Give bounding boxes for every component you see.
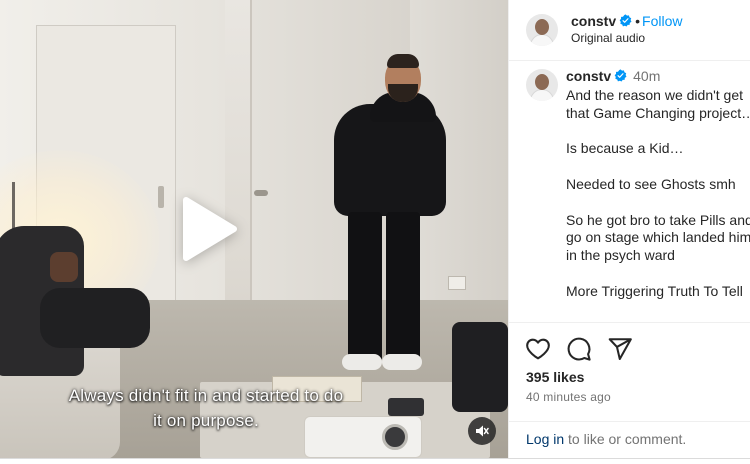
scene-bag [452, 322, 508, 412]
avatar-face [535, 74, 549, 90]
caption-text: And the reason we didn't get that Game C… [566, 87, 750, 299]
comment-bubble-icon[interactable] [566, 336, 592, 362]
embed-bottom-border [0, 458, 750, 464]
scene-door-handle [254, 190, 268, 196]
caption-timestamp: 40m [633, 68, 661, 84]
scene-device [388, 398, 424, 416]
person-leg-right [386, 212, 420, 362]
instagram-post-embed: Always didn't fit in and started to do i… [0, 0, 750, 464]
avatar-face [535, 19, 549, 35]
scene-seated-legs [40, 288, 150, 348]
verified-badge-icon [614, 69, 627, 82]
likes-count[interactable]: 395 likes [526, 369, 584, 385]
comment-bubble-graphic [567, 337, 591, 361]
original-audio-link[interactable]: Original audio [571, 31, 645, 45]
video-subtitle-line1: Always didn't fit in and started to do [68, 386, 344, 405]
post-header: constv • Follow Original audio [509, 0, 750, 61]
speaker-muted-graphic [476, 425, 489, 437]
paper-plane-icon[interactable] [607, 336, 633, 362]
post-actions: 395 likes 40 minutes ago Log in to like … [509, 322, 750, 458]
caption-header: constv 40m [566, 68, 660, 86]
play-icon[interactable] [172, 194, 242, 264]
heart-icon-graphic [526, 338, 550, 360]
follow-button[interactable]: Follow [642, 13, 682, 29]
person-shoe-right [382, 354, 422, 370]
heart-icon[interactable] [525, 336, 551, 362]
person-hair [387, 54, 419, 68]
person-shoe-left [342, 354, 382, 370]
login-prompt: Log in to like or comment. [509, 421, 750, 458]
video-subtitle: Always didn't fit in and started to do i… [26, 383, 386, 433]
video-player[interactable]: Always didn't fit in and started to do i… [0, 0, 508, 458]
avatar[interactable] [526, 14, 558, 46]
avatar-body [530, 89, 554, 101]
paper-plane-graphic [608, 338, 632, 360]
verified-badge-icon [619, 14, 632, 27]
play-icon-graphic [183, 197, 237, 261]
avatar-body [530, 34, 554, 46]
header-username[interactable]: constv [571, 13, 616, 29]
comment-avatar[interactable] [526, 69, 558, 101]
post-side-panel: constv • Follow Original audio constv 40m… [508, 0, 750, 458]
video-subtitle-line2: it on purpose. [153, 411, 259, 430]
speaker-muted-icon[interactable] [468, 417, 496, 445]
scene-outlet [448, 276, 466, 290]
person-leg-left [348, 212, 382, 362]
header-separator: • [635, 13, 641, 29]
scene-door-hinge [158, 186, 164, 208]
header-user-line: constv • Follow [571, 13, 683, 31]
caption-username[interactable]: constv [566, 68, 611, 84]
posted-time[interactable]: 40 minutes ago [526, 390, 611, 404]
scene-standing-person [330, 52, 450, 382]
login-suffix: to like or comment. [564, 431, 687, 447]
login-link[interactable]: Log in [526, 431, 564, 447]
scene-seated-hand [50, 252, 78, 282]
